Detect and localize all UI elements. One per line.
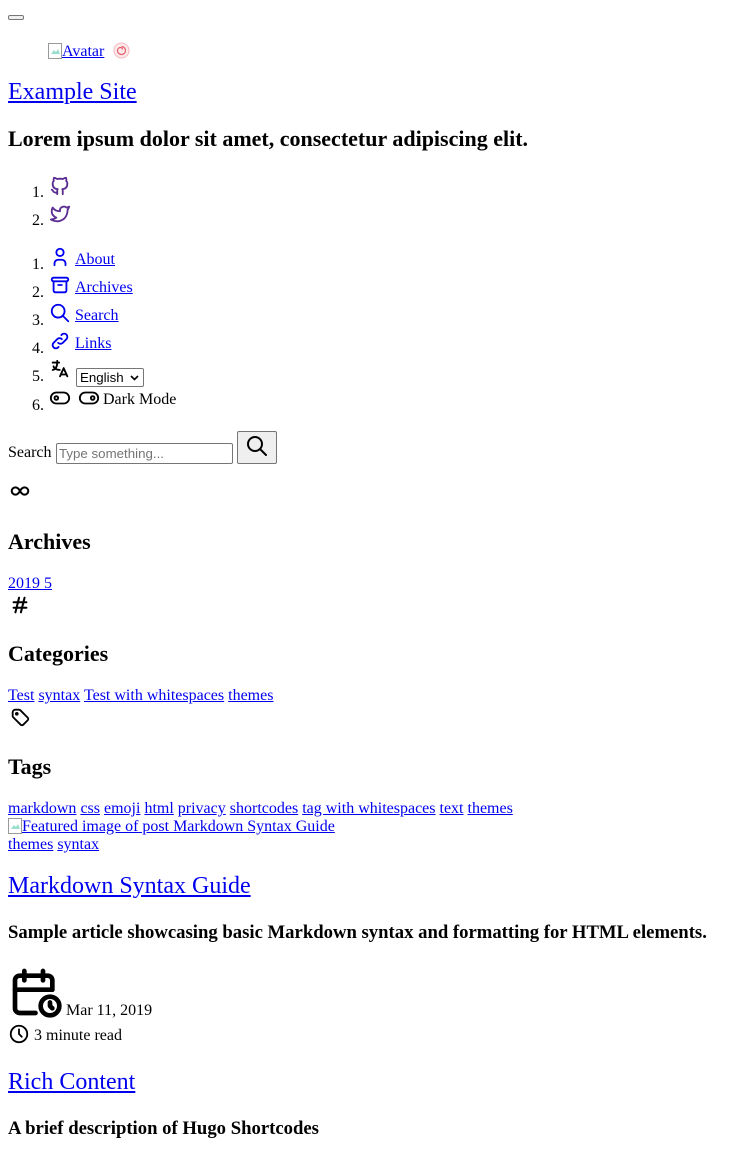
search-label: Search bbox=[8, 444, 52, 461]
archive-count: 5 bbox=[44, 575, 52, 592]
menu-label: Archives bbox=[75, 279, 133, 296]
search-submit-button[interactable] bbox=[237, 431, 277, 464]
category-link[interactable]: Test with whitespaces bbox=[84, 687, 224, 704]
menu-link-about[interactable]: About bbox=[49, 246, 115, 273]
list-number: 5. bbox=[32, 368, 44, 385]
category-link[interactable]: themes bbox=[228, 687, 273, 704]
archive-year-link[interactable]: 2019 5 bbox=[8, 575, 52, 593]
tag-list: markdown css emoji html privacy shortcod… bbox=[8, 800, 513, 818]
emoji-icon bbox=[113, 42, 130, 64]
list-number: 6. bbox=[32, 397, 44, 414]
post-featured-image-link[interactable]: Featured image of post Markdown Syntax G… bbox=[8, 818, 335, 836]
post-date: Mar 11, 2019 bbox=[8, 964, 152, 1025]
post-category-link[interactable]: syntax bbox=[57, 836, 99, 853]
category-link[interactable]: syntax bbox=[38, 687, 80, 704]
post-category-link[interactable]: themes bbox=[8, 836, 53, 853]
archive-icon bbox=[50, 276, 70, 294]
featured-image-broken-icon bbox=[8, 818, 22, 834]
toggle-on-icon bbox=[78, 391, 100, 405]
reading-time-text: 3 minute read bbox=[34, 1027, 122, 1044]
post-subtitle: A brief description of Hugo Shortcodes bbox=[8, 1118, 319, 1139]
avatar-link[interactable]: Avatar bbox=[48, 43, 104, 61]
clock-icon bbox=[9, 1024, 29, 1044]
link-icon bbox=[51, 332, 69, 350]
tags-title: Tags bbox=[8, 754, 52, 779]
featured-image-alt: Featured image of post Markdown Syntax G… bbox=[22, 818, 335, 835]
post-title: Rich Content bbox=[8, 1069, 135, 1097]
menu-link-search[interactable]: Search bbox=[49, 302, 119, 329]
tag-link[interactable]: html bbox=[144, 800, 173, 817]
menu-label: About bbox=[75, 251, 115, 268]
user-icon bbox=[53, 247, 67, 267]
dark-mode-label: Dark Mode bbox=[103, 391, 177, 408]
menu-toggle-button[interactable] bbox=[8, 15, 24, 20]
archive-year: 2019 bbox=[8, 575, 40, 592]
language-select[interactable]: English bbox=[76, 368, 144, 387]
list-number: 2. bbox=[32, 284, 44, 301]
calendar-clock-icon bbox=[12, 968, 62, 1018]
tag-link[interactable]: privacy bbox=[178, 800, 226, 817]
post-reading-time: 3 minute read bbox=[8, 1023, 122, 1050]
tag-link[interactable]: css bbox=[80, 800, 100, 817]
tag-link[interactable]: emoji bbox=[104, 800, 140, 817]
post-categories: themes syntax bbox=[8, 836, 99, 854]
tag-icon bbox=[9, 706, 31, 733]
list-number: 4. bbox=[32, 340, 44, 357]
avatar-alt-text: Avatar bbox=[62, 43, 105, 60]
site-title: Example Site bbox=[8, 79, 137, 107]
menu-label: Links bbox=[75, 335, 112, 352]
toggle-off-icon bbox=[49, 391, 71, 405]
github-icon[interactable] bbox=[49, 175, 71, 202]
categories-title: Categories bbox=[8, 641, 109, 666]
infinity-icon bbox=[9, 480, 31, 507]
list-number: 1. bbox=[32, 184, 44, 201]
language-icon bbox=[49, 358, 71, 385]
twitter-icon[interactable] bbox=[49, 203, 71, 230]
site-title-link[interactable]: Example Site bbox=[8, 79, 137, 105]
tag-link[interactable]: text bbox=[440, 800, 464, 817]
archives-title: Archives bbox=[8, 529, 91, 554]
language-select-value: English bbox=[80, 370, 124, 385]
category-list: Test syntax Test with whitespaces themes bbox=[8, 687, 273, 705]
category-link[interactable]: Test bbox=[8, 687, 34, 704]
post-title-link[interactable]: Rich Content bbox=[8, 1069, 135, 1095]
menu-link-links[interactable]: Links bbox=[49, 330, 111, 357]
menu-link-archives[interactable]: Archives bbox=[49, 274, 133, 301]
post-title-link[interactable]: Markdown Syntax Guide bbox=[8, 873, 251, 899]
list-number: 1. bbox=[32, 256, 44, 273]
list-number: 3. bbox=[32, 312, 44, 329]
tag-link[interactable]: shortcodes bbox=[230, 800, 298, 817]
post-subtitle: Sample article showcasing basic Markdown… bbox=[8, 922, 707, 943]
tag-link[interactable]: tag with whitespaces bbox=[302, 800, 435, 817]
hash-icon bbox=[9, 594, 31, 621]
post-date-text: Mar 11, 2019 bbox=[66, 1002, 153, 1019]
search-icon bbox=[50, 303, 70, 323]
site-description: Lorem ipsum dolor sit amet, consectetur … bbox=[8, 126, 529, 151]
tag-link[interactable]: markdown bbox=[8, 800, 76, 817]
menu-label: Search bbox=[75, 307, 119, 324]
dark-mode-toggle[interactable]: Dark Mode bbox=[49, 387, 176, 414]
avatar-broken-image-icon bbox=[48, 43, 62, 59]
post-title: Markdown Syntax Guide bbox=[8, 873, 251, 901]
search-icon bbox=[247, 436, 267, 456]
list-number: 2. bbox=[32, 212, 44, 229]
search-input[interactable] bbox=[56, 443, 233, 464]
tag-link[interactable]: themes bbox=[468, 800, 513, 817]
